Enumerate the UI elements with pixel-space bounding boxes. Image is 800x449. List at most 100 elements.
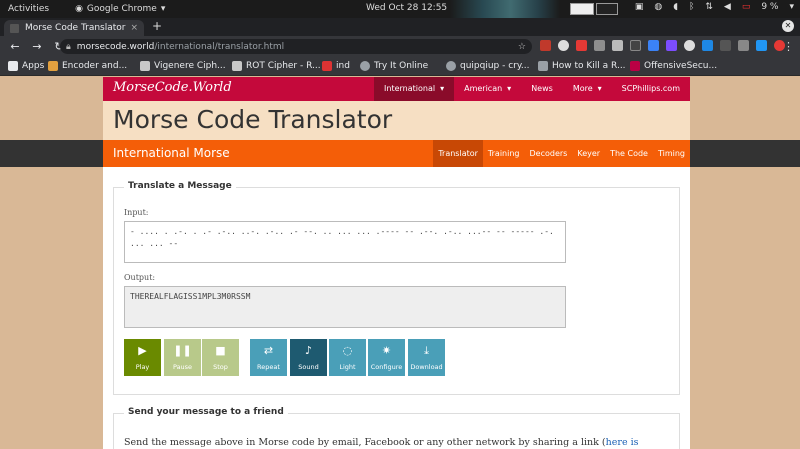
site-logo[interactable]: MorseCode.World [113, 80, 232, 95]
network-icon: ⇅ [705, 2, 713, 12]
bookmark-encoder[interactable]: Encoder and... [48, 61, 127, 71]
extension-icon[interactable] [612, 40, 623, 51]
browser-toolbar: ← → ↻ 🔒︎ morsecode.world/international/t… [0, 36, 800, 56]
panel-legend: Translate a Message [124, 181, 236, 191]
window-close-button[interactable]: ✕ [782, 20, 794, 32]
top-nav-more[interactable]: More ▾ [563, 77, 612, 101]
window-thumbnail[interactable] [570, 3, 594, 15]
chrome-icon: ◉ [75, 4, 83, 14]
bookmark-favicon [232, 61, 242, 71]
extension-icon[interactable] [756, 40, 767, 51]
back-icon[interactable]: ← [8, 40, 22, 53]
top-nav-links: International ▾ American ▾ News More ▾ SCPhilli… [374, 77, 690, 101]
chevron-down-icon: ▾ [160, 4, 166, 14]
tab-keyer[interactable]: Keyer [572, 140, 605, 167]
sound-button[interactable]: ♪ Sound [290, 339, 327, 376]
tab-timing[interactable]: Timing [653, 140, 690, 167]
window-thumbnails [570, 3, 618, 15]
share-description: Send the message above in Morse code by … [124, 437, 606, 448]
bookmark-tio[interactable]: Try It Online [360, 61, 428, 71]
globe-icon [360, 61, 370, 71]
close-icon[interactable]: × [130, 23, 138, 33]
tab-translator[interactable]: Translator [433, 140, 483, 167]
output-label: Output: [124, 273, 156, 282]
bookmark-quipqiup[interactable]: quipqiup - cry... [446, 61, 530, 71]
bookmark-apps[interactable]: Apps [8, 61, 44, 71]
extension-icon[interactable] [738, 40, 749, 51]
bookmark-label: ind [336, 61, 350, 71]
browser-tab[interactable]: Morse Code Translator × [4, 20, 144, 36]
text-output[interactable]: THEREALFLAGISS1MPL3M0RSSM [124, 286, 566, 328]
extension-icon[interactable] [720, 40, 731, 51]
browser-menu-icon[interactable]: ⋮ [783, 40, 794, 53]
notification-icon: ▣ [634, 2, 644, 12]
share-link[interactable]: here is [606, 437, 639, 448]
address-bar[interactable]: 🔒︎ morsecode.world/international/transla… [60, 39, 532, 54]
system-tray[interactable]: ▣ ◍ ◖ ᛒ ⇅ ◀ ▭ 9 % ▾ [635, 2, 794, 12]
extension-icon[interactable] [540, 40, 551, 51]
bookmark-offsec[interactable]: OffensiveSecu... [630, 61, 717, 71]
bookmark-vigenere[interactable]: Vigenere Ciph... [140, 61, 226, 71]
bookmark-favicon [322, 61, 332, 71]
tab-training[interactable]: Training [483, 140, 525, 167]
pause-button[interactable]: ❚❚ Pause [164, 339, 201, 376]
tab-decoders[interactable]: Decoders [525, 140, 573, 167]
extension-icon[interactable] [576, 40, 587, 51]
nav-label: SCPhillips.com [621, 84, 680, 93]
bookmark-kill[interactable]: How to Kill a R... [538, 61, 626, 71]
pause-icon: ❚❚ [173, 344, 192, 357]
speaker-icon: ◀ [723, 2, 731, 12]
button-label: Light [339, 363, 356, 371]
globe-icon [446, 61, 456, 71]
chevron-down-icon: ▾ [440, 84, 445, 93]
volume-icon: ◖ [673, 2, 678, 12]
site-top-nav: MorseCode.World International ▾ American ▾ N… [103, 77, 690, 101]
lock-icon[interactable]: 🔒︎ [66, 42, 71, 52]
extension-icon[interactable] [594, 40, 605, 51]
app-menu[interactable]: ◉ Google Chrome ▾ [75, 4, 165, 14]
top-nav-international[interactable]: International ▾ [374, 77, 455, 101]
new-tab-button[interactable]: + [152, 19, 162, 33]
bookmark-favicon [538, 61, 548, 71]
bookmark-rot[interactable]: ROT Cipher - R... [232, 61, 321, 71]
extension-icon[interactable] [558, 40, 569, 51]
extension-icon[interactable] [630, 40, 641, 51]
extension-icon[interactable] [684, 40, 695, 51]
stop-button[interactable]: ■ Stop [202, 339, 239, 376]
light-button[interactable]: ◌ Light [329, 339, 366, 376]
configure-button[interactable]: ✷ Configure [368, 339, 405, 376]
share-panel: Send your message to a friend Send the m… [113, 407, 680, 449]
button-label: Configure [370, 363, 403, 371]
extension-icon[interactable] [702, 40, 713, 51]
top-nav-scphillips-com[interactable]: SCPhillips.com [612, 77, 690, 101]
tab-title: Morse Code Translator [25, 23, 126, 33]
section-title: International Morse [113, 146, 230, 160]
page-title: Morse Code Translator [113, 105, 393, 134]
bookmark-label: OffensiveSecu... [644, 61, 718, 71]
extension-icon[interactable] [648, 40, 659, 51]
repeat-button[interactable]: ⇄ Repeat [250, 339, 287, 376]
bookmark-ind[interactable]: ind [322, 61, 350, 71]
share-text: Send the message above in Morse code by … [124, 437, 639, 448]
tab-the-code[interactable]: The Code [605, 140, 653, 167]
top-nav-american[interactable]: American ▾ [454, 77, 521, 101]
bookmark-star-icon[interactable]: ☆ [518, 42, 526, 52]
app-name: Google Chrome [86, 4, 157, 14]
download-button[interactable]: ⤓ Download [408, 339, 445, 376]
clock[interactable]: Wed Oct 28 12:55 [366, 3, 447, 13]
bookmark-label: ROT Cipher - R... [246, 61, 321, 71]
chat-icon: ◍ [654, 2, 663, 12]
extension-icon[interactable] [666, 40, 677, 51]
morse-input[interactable]: - .... . .-. . .- .-.. ..-. .-.. .- --. … [124, 221, 566, 263]
button-label: Download [410, 363, 443, 371]
button-label: Play [135, 363, 150, 371]
play-button[interactable]: ▶ Play [124, 339, 161, 376]
wallpaper-strip [450, 0, 560, 18]
window-thumbnail[interactable] [596, 3, 618, 15]
forward-icon[interactable]: → [30, 40, 44, 53]
bookmarks-bar: Apps Encoder and... Vigenere Ciph... ROT… [0, 56, 800, 76]
top-nav-news[interactable]: News [521, 77, 563, 101]
activities-button[interactable]: Activities [8, 4, 49, 14]
sub-nav-links: Translator Training Decoders Keyer The Code T… [433, 140, 690, 167]
bookmark-favicon [630, 61, 640, 71]
